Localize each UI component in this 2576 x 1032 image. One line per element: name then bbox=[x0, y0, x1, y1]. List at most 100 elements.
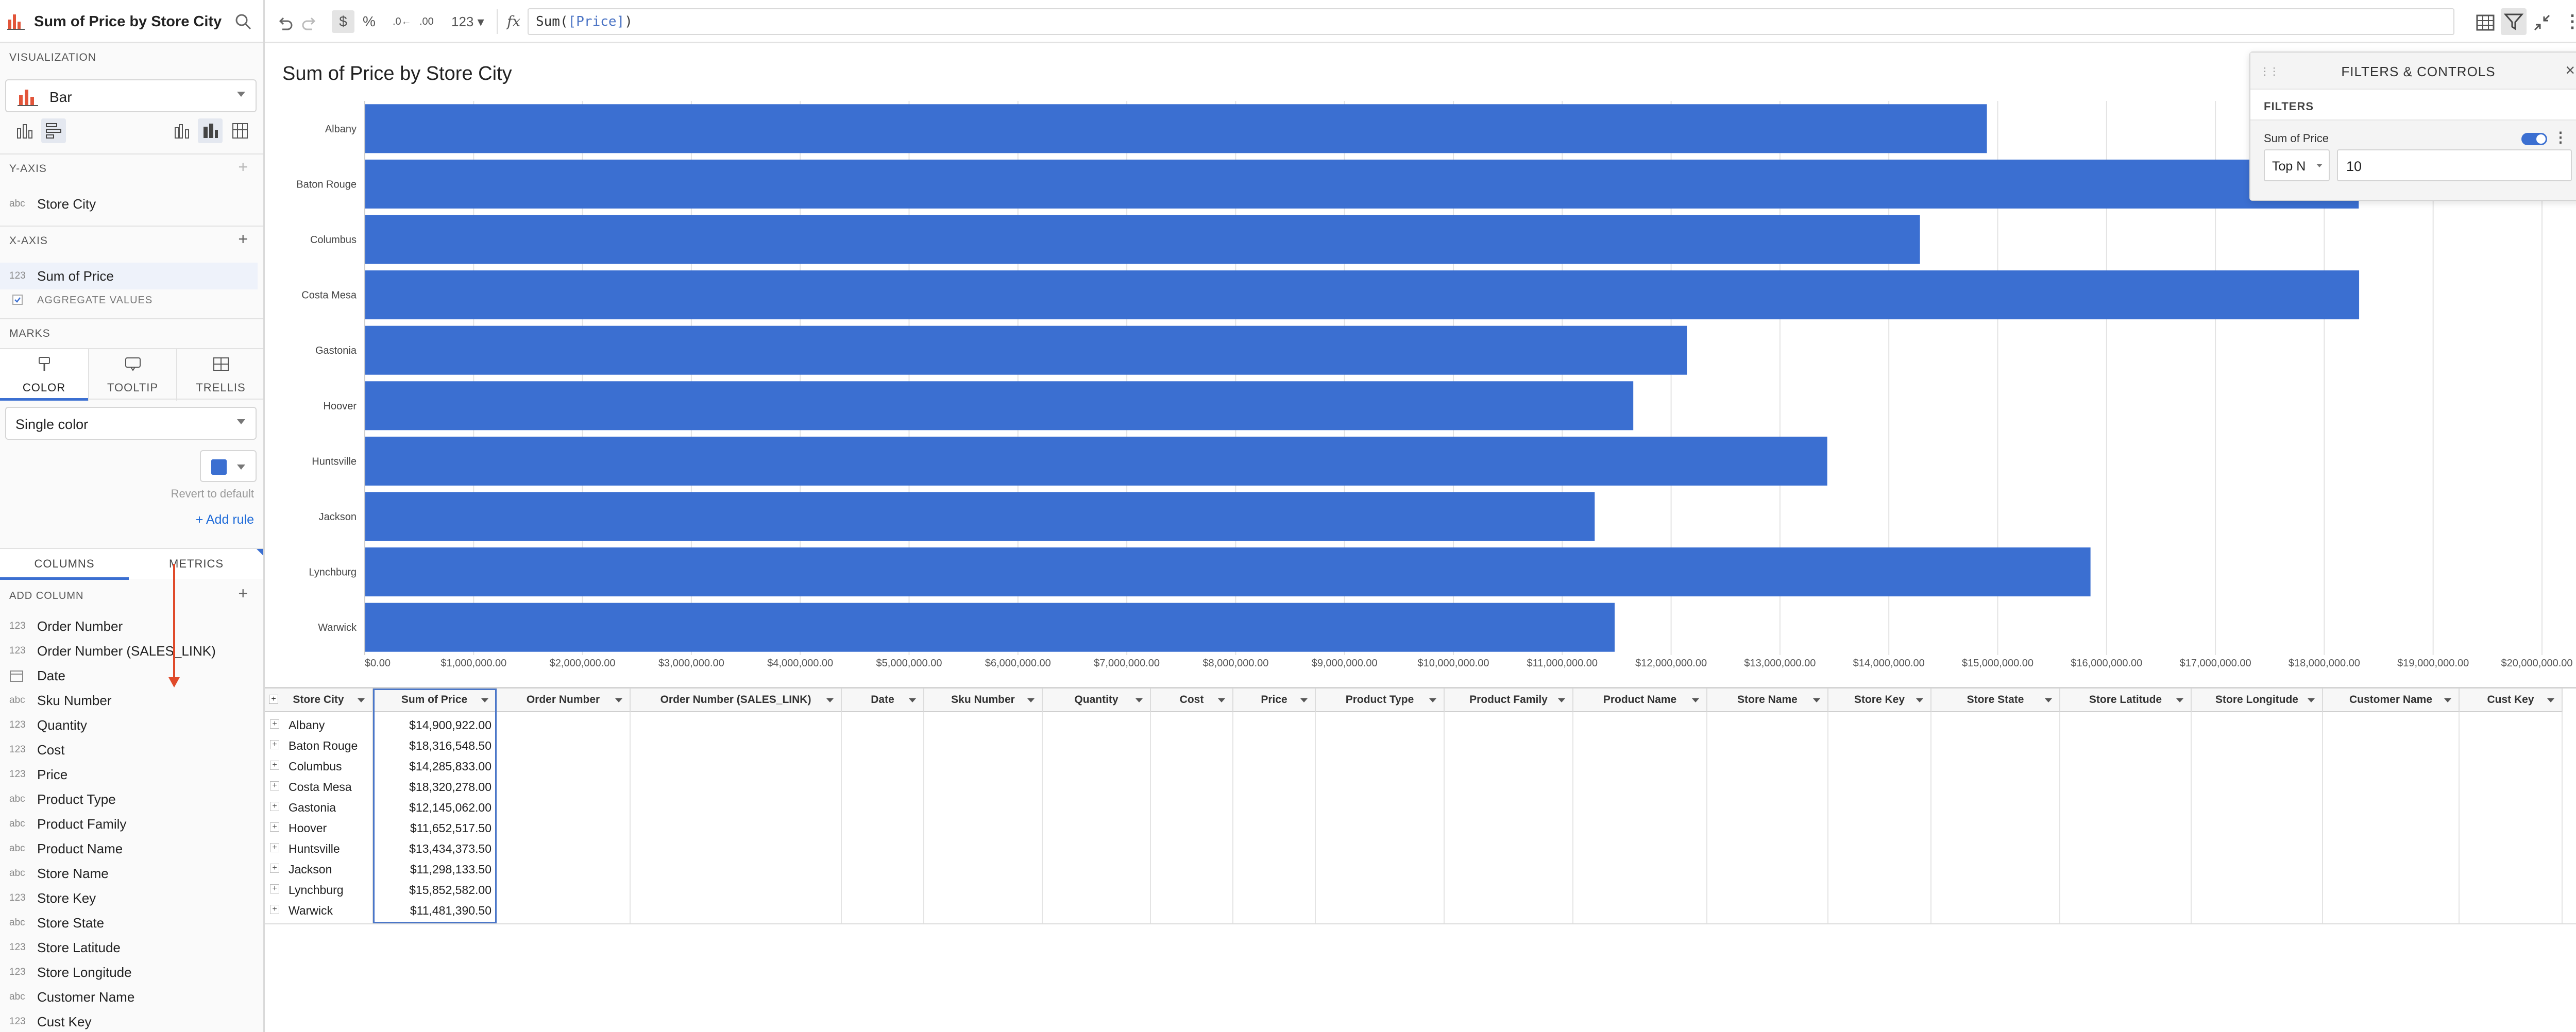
column-item[interactable]: abc Product Type bbox=[0, 787, 258, 812]
expand-row-icon[interactable]: + bbox=[270, 843, 279, 852]
vertical-bars-icon[interactable] bbox=[15, 122, 34, 140]
column-item[interactable]: abc Product Name bbox=[0, 836, 258, 861]
expand-row-icon[interactable]: + bbox=[270, 884, 279, 893]
column-header[interactable]: Cost bbox=[1151, 689, 1233, 712]
expand-row-icon[interactable]: + bbox=[270, 822, 279, 832]
chevron-down-icon[interactable] bbox=[1429, 698, 1436, 702]
table-row[interactable]: + Baton Rouge $18,316,548.50 bbox=[265, 735, 502, 755]
chevron-down-icon[interactable] bbox=[2444, 698, 2451, 702]
column-item[interactable]: 123 Store Latitude bbox=[0, 935, 258, 960]
table-row[interactable]: + Jackson $11,298,133.50 bbox=[265, 858, 502, 879]
table-row[interactable]: + Albany $14,900,922.00 bbox=[265, 714, 502, 735]
column-header[interactable]: Order Number bbox=[497, 689, 631, 712]
decrease-decimals-button[interactable]: .0← bbox=[393, 10, 412, 33]
table-row[interactable]: + Columbus $14,285,833.00 bbox=[265, 755, 502, 776]
bar[interactable] bbox=[365, 104, 1987, 153]
revert-to-default-link[interactable]: Revert to default bbox=[171, 487, 254, 501]
bar[interactable] bbox=[365, 270, 2360, 320]
bar[interactable] bbox=[365, 603, 1615, 652]
add-x-axis-button[interactable]: + bbox=[238, 230, 248, 249]
column-item[interactable]: abc Store Name bbox=[0, 861, 258, 886]
filter-enabled-toggle[interactable] bbox=[2521, 133, 2547, 145]
column-header[interactable]: Store Longitude bbox=[2192, 689, 2323, 712]
chevron-down-icon[interactable] bbox=[1813, 698, 1820, 702]
column-header[interactable]: Cust Key bbox=[2460, 689, 2563, 712]
increase-decimals-button[interactable]: .00 bbox=[419, 10, 434, 33]
chevron-down-icon[interactable] bbox=[2045, 698, 2052, 702]
chevron-down-icon[interactable] bbox=[1558, 698, 1565, 702]
expand-all-icon[interactable]: + bbox=[269, 695, 278, 704]
tab-color[interactable]: COLOR bbox=[0, 349, 88, 401]
column-item[interactable]: abc Sku Number bbox=[0, 688, 258, 713]
chevron-down-icon[interactable] bbox=[358, 698, 365, 702]
grouped-bars-icon[interactable] bbox=[173, 122, 192, 140]
column-item[interactable]: abc Customer Name bbox=[0, 985, 258, 1009]
column-header[interactable]: Store Latitude bbox=[2060, 689, 2192, 712]
filter-mode-select[interactable]: Top N bbox=[2264, 149, 2330, 181]
more-menu-button[interactable]: ⋮ bbox=[2564, 10, 2576, 33]
horizontal-bars-toggle[interactable] bbox=[41, 118, 66, 143]
table-row[interactable]: + Gastonia $12,145,062.00 bbox=[265, 797, 502, 817]
chevron-down-icon[interactable] bbox=[1136, 698, 1143, 702]
visualization-type-select[interactable]: Bar bbox=[5, 79, 257, 112]
color-mode-select[interactable]: Single color bbox=[5, 407, 257, 440]
expand-row-icon[interactable]: + bbox=[270, 802, 279, 811]
column-header[interactable]: Product Name bbox=[1573, 689, 1707, 712]
bar[interactable] bbox=[365, 492, 1595, 541]
number-format-select[interactable]: 123 ▾ bbox=[451, 10, 484, 33]
undo-icon[interactable] bbox=[276, 12, 294, 35]
column-header[interactable]: Order Number (SALES_LINK) bbox=[631, 689, 842, 712]
percent-format-button[interactable]: % bbox=[363, 10, 376, 33]
filter-toggle[interactable] bbox=[2501, 8, 2527, 35]
tab-trellis[interactable]: TRELLIS bbox=[176, 349, 263, 401]
stacked-bars-toggle[interactable] bbox=[198, 118, 223, 143]
column-header[interactable]: Customer Name bbox=[2323, 689, 2460, 712]
expand-row-icon[interactable]: + bbox=[270, 740, 279, 749]
column-header[interactable]: Sku Number bbox=[924, 689, 1043, 712]
bar[interactable] bbox=[365, 547, 2091, 597]
y-axis-field[interactable]: abc Store City bbox=[0, 191, 258, 217]
column-header[interactable]: Store City + bbox=[265, 689, 373, 712]
chevron-down-icon[interactable] bbox=[2176, 698, 2183, 702]
formula-bar[interactable]: Sum([Price]) bbox=[528, 8, 2454, 35]
column-item[interactable]: 123 Quantity bbox=[0, 713, 258, 737]
bar[interactable] bbox=[365, 159, 2359, 209]
column-item[interactable]: abc Store State bbox=[0, 910, 258, 935]
aggregate-checkbox[interactable] bbox=[12, 295, 23, 305]
column-item[interactable]: 123 Order Number (SALES_LINK) bbox=[0, 639, 258, 663]
tab-columns[interactable]: COLUMNS bbox=[0, 549, 129, 580]
expand-row-icon[interactable]: + bbox=[270, 864, 279, 873]
column-header[interactable]: Product Type bbox=[1316, 689, 1445, 712]
expand-row-icon[interactable]: + bbox=[270, 761, 279, 770]
chevron-down-icon[interactable] bbox=[909, 698, 916, 702]
expand-row-icon[interactable]: + bbox=[270, 719, 279, 729]
bar[interactable] bbox=[365, 215, 1920, 264]
column-item[interactable]: Date bbox=[0, 663, 258, 688]
chevron-down-icon[interactable] bbox=[2547, 698, 2554, 702]
chevron-down-icon[interactable] bbox=[481, 698, 488, 702]
column-header[interactable]: Quantity bbox=[1043, 689, 1151, 712]
column-item[interactable]: 123 Price bbox=[0, 762, 258, 787]
expand-row-icon[interactable]: + bbox=[270, 905, 279, 914]
search-icon[interactable] bbox=[234, 12, 252, 31]
add-y-axis-button[interactable]: + bbox=[238, 158, 248, 177]
chevron-down-icon[interactable] bbox=[1300, 698, 1308, 702]
redo-icon[interactable] bbox=[301, 12, 318, 35]
collapse-icon[interactable] bbox=[2532, 11, 2552, 34]
column-item[interactable]: 123 Store Key bbox=[0, 886, 258, 910]
filter-more-button[interactable]: ⋮ bbox=[2553, 129, 2568, 146]
bar[interactable] bbox=[365, 325, 1687, 375]
chevron-down-icon[interactable] bbox=[1027, 698, 1035, 702]
filter-value-input[interactable]: 10 bbox=[2337, 149, 2572, 181]
x-axis-field[interactable]: 123 Sum of Price bbox=[0, 263, 258, 289]
column-header[interactable]: Store Key bbox=[1828, 689, 1931, 712]
add-rule-button[interactable]: + Add rule bbox=[196, 512, 254, 527]
column-item[interactable]: 123 Cust Key bbox=[0, 1009, 258, 1032]
chevron-down-icon[interactable] bbox=[1916, 698, 1923, 702]
tab-metrics[interactable]: METRICS bbox=[132, 549, 261, 580]
column-header[interactable]: Store State bbox=[1931, 689, 2060, 712]
expand-row-icon[interactable]: + bbox=[270, 781, 279, 790]
chevron-down-icon[interactable] bbox=[1692, 698, 1699, 702]
column-item[interactable]: 123 Store Longitude bbox=[0, 960, 258, 985]
chevron-down-icon[interactable] bbox=[1218, 698, 1225, 702]
